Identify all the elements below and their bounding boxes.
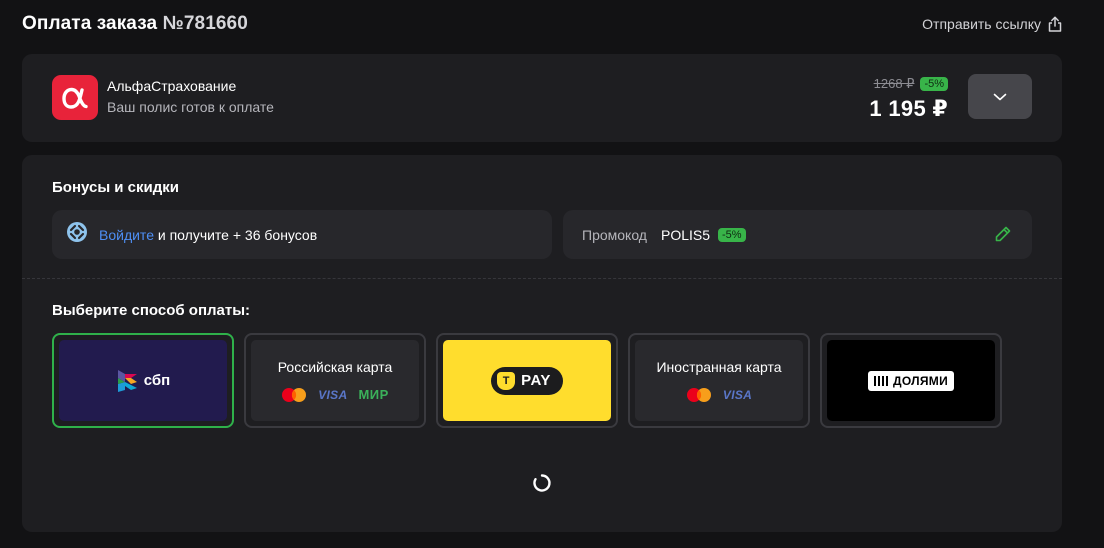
order-card: АльфаСтрахование Ваш полис готов к оплат…: [22, 54, 1062, 142]
company-info: АльфаСтрахование Ваш полис готов к оплат…: [107, 78, 274, 115]
payment-method-title: Выберите способ оплаты:: [52, 302, 251, 319]
mastercard-icon: [686, 387, 711, 402]
bonuses-title: Бонусы и скидки: [52, 179, 180, 196]
sbp-logo-text: сбп: [143, 372, 171, 389]
bonus-text: Войдите и получите + 36 бонусов: [99, 227, 317, 243]
page-title: Оплата заказа №781660: [22, 13, 248, 35]
title-prefix: Оплата заказа: [22, 13, 158, 34]
tpay-logo-text: PAY: [521, 372, 551, 389]
promo-code-box: Промокод POLIS5 -5%: [563, 210, 1032, 259]
page-header: Оплата заказа №781660 Отправить ссылку: [22, 12, 1062, 36]
russian-card-logos: VISA МИР: [281, 387, 389, 403]
chevron-down-icon: [993, 93, 1007, 100]
alfa-logo: [52, 75, 98, 120]
dolyami-logo-text: ДОЛЯМИ: [892, 373, 949, 388]
total-price: 1 195 ₽: [869, 96, 948, 121]
visa-logo: VISA: [722, 387, 753, 402]
payment-method-dolyami[interactable]: ДОЛЯМИ: [820, 333, 1002, 428]
send-link-label: Отправить ссылку: [922, 16, 1041, 32]
mir-logo: МИР: [358, 387, 389, 402]
old-price: 1268 ₽: [873, 76, 915, 91]
section-divider: [22, 278, 1062, 279]
order-status: Ваш полис готов к оплате: [107, 99, 274, 115]
expand-details-button[interactable]: [968, 74, 1032, 119]
payment-method-tpay[interactable]: T PAY: [436, 333, 618, 428]
payment-method-foreign-card[interactable]: Иностранная карта VISA: [628, 333, 810, 428]
payment-panel: Бонусы и скидки Войдите и получите + 36 …: [22, 155, 1062, 532]
sbp-icon: [117, 369, 137, 392]
order-number: №781660: [162, 13, 248, 34]
russian-card-label: Российская карта: [277, 358, 393, 375]
share-icon: [1048, 16, 1062, 32]
promo-label: Промокод: [582, 226, 647, 243]
payment-page: Оплата заказа №781660 Отправить ссылку А…: [0, 0, 1104, 548]
foreign-card-label: Иностранная карта: [656, 358, 782, 375]
foreign-card-logos: VISA: [686, 387, 752, 403]
payment-method-russian-card[interactable]: Российская карта VISA МИР: [244, 333, 426, 428]
alpha-logo-glyph: [62, 87, 88, 109]
tpay-logo: T PAY: [491, 366, 563, 395]
price-block: 1268 ₽ -5% 1 195 ₽: [869, 76, 948, 122]
payment-method-sbp[interactable]: сбп: [52, 333, 234, 428]
visa-logo: VISA: [318, 387, 348, 402]
bonus-icon: [65, 220, 89, 249]
company-name: АльфаСтрахование: [107, 78, 237, 94]
send-link-button[interactable]: Отправить ссылку: [922, 16, 1062, 32]
dolyami-logo: ДОЛЯМИ: [867, 370, 955, 391]
login-link[interactable]: Войдите: [99, 227, 154, 243]
mastercard-icon: [282, 387, 307, 402]
pencil-icon[interactable]: [994, 225, 1012, 248]
bonus-login-box[interactable]: Войдите и получите + 36 бонусов: [52, 210, 552, 259]
spinner-icon: [532, 473, 552, 498]
discount-badge: -5%: [920, 77, 948, 91]
promo-code-value: POLIS5: [660, 226, 711, 243]
bonus-offer-text: и получите + 36 бонусов: [153, 226, 318, 243]
sbp-logo: сбп: [116, 368, 170, 394]
tbank-shield-icon: T: [497, 371, 516, 390]
dolyami-bars-icon: [873, 375, 888, 386]
promo-discount-badge: -5%: [718, 227, 746, 242]
